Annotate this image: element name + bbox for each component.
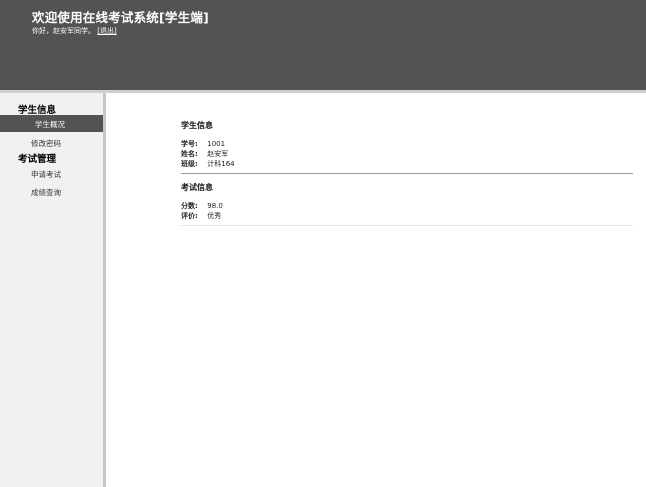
greeting-text: 你好，赵安军同学。 bbox=[32, 27, 95, 35]
sidebar-item-student-overview[interactable]: 学生概况 bbox=[0, 115, 103, 132]
student-class-label: 班级: bbox=[181, 160, 198, 168]
sidebar-item-change-password[interactable]: 修改密码 bbox=[0, 134, 103, 151]
evaluation-label: 评价: bbox=[181, 212, 198, 220]
exam-info-title: 考试信息 bbox=[181, 183, 213, 192]
student-info-title: 学生信息 bbox=[181, 121, 213, 130]
score-label: 分数: bbox=[181, 202, 198, 210]
student-name-value: 赵安军 bbox=[207, 150, 229, 158]
logout-link[interactable]: [退出] bbox=[97, 27, 116, 35]
sidebar-group-exam-management: 考试管理 bbox=[18, 154, 57, 165]
sidebar-item-score-query[interactable]: 成绩查询 bbox=[0, 183, 103, 200]
student-class-value: 计科164 bbox=[207, 160, 235, 168]
section-divider bbox=[181, 173, 633, 174]
student-id-value: 1001 bbox=[207, 140, 226, 148]
sidebar-item-apply-exam[interactable]: 申请考试 bbox=[0, 165, 103, 182]
student-id-label: 学号: bbox=[181, 140, 198, 148]
evaluation-row: 评价: 优秀 bbox=[181, 211, 221, 221]
app-header: 欢迎使用在线考试系统[学生端] 你好，赵安军同学。 [退出] bbox=[0, 0, 646, 90]
score-value: 98.0 bbox=[207, 202, 223, 210]
page-title: 欢迎使用在线考试系统[学生端] bbox=[32, 10, 209, 25]
sidebar-item-label: 学生概况 bbox=[35, 120, 65, 129]
student-class-row: 班级: 计科164 bbox=[181, 159, 235, 169]
sidebar: 学生信息 学生概况 修改密码 考试管理 申请考试 成绩查询 bbox=[0, 93, 103, 487]
user-greeting: 你好，赵安军同学。 [退出] bbox=[32, 26, 117, 36]
score-row: 分数: 98.0 bbox=[181, 201, 223, 211]
sidebar-item-label: 成绩查询 bbox=[31, 188, 61, 197]
sidebar-group-student-info: 学生信息 bbox=[18, 105, 57, 116]
sidebar-item-label: 申请考试 bbox=[31, 170, 61, 179]
sidebar-item-label: 修改密码 bbox=[31, 139, 61, 148]
evaluation-value: 优秀 bbox=[207, 212, 222, 220]
student-name-row: 姓名: 赵安军 bbox=[181, 149, 228, 159]
section-divider bbox=[181, 225, 633, 226]
student-name-label: 姓名: bbox=[181, 150, 198, 158]
student-id-row: 学号: 1001 bbox=[181, 139, 225, 149]
main-content: 学生信息 学号: 1001 姓名: 赵安军 班级: 计科164 考试信息 分数:… bbox=[106, 93, 646, 487]
